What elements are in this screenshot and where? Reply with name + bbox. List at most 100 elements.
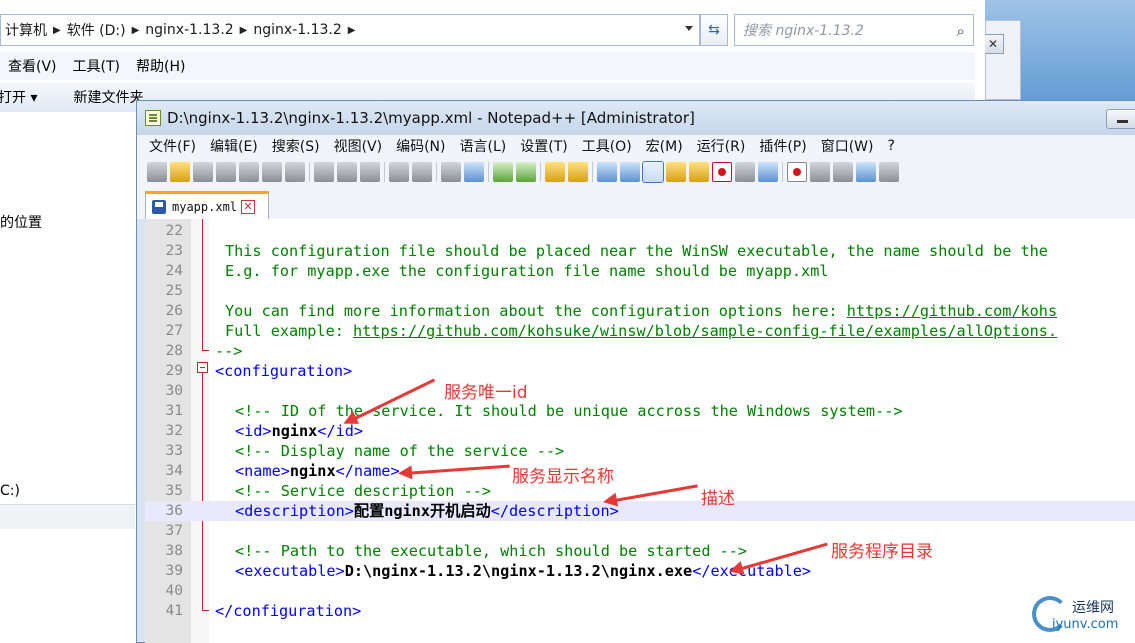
search-input[interactable]: 搜索 nginx-1.13.2 ⌕: [734, 14, 974, 46]
breadcrumb-drive[interactable]: 软件 (D:): [67, 20, 126, 40]
line-number: 34: [165, 463, 183, 479]
hyperlink[interactable]: https://github.com/kohsuke/winsw/blob/sa…: [353, 322, 1057, 340]
code-line[interactable]: 38 <!-- Path to the executable, which sho…: [145, 541, 1135, 561]
play-macro-icon[interactable]: [833, 162, 853, 182]
hyperlink[interactable]: https://github.com/kohs: [847, 302, 1057, 320]
find-icon[interactable]: [441, 162, 461, 182]
menu-edit[interactable]: 编辑(E): [203, 136, 265, 156]
code-line[interactable]: 39 <executable>D:\nginx-1.13.2\nginx-1.13…: [145, 561, 1135, 581]
code-line[interactable]: 24 E.g. for myapp.exe the configuration f…: [145, 261, 1135, 281]
menu-view[interactable]: 查看(V): [8, 56, 57, 76]
close-all-icon[interactable]: [262, 162, 282, 182]
save-all-icon[interactable]: [216, 162, 236, 182]
breadcrumb-separator-icon[interactable]: ▶: [240, 25, 248, 36]
open-file-icon[interactable]: [170, 162, 190, 182]
code-line[interactable]: 34 <name>nginx</name>: [145, 461, 1135, 481]
folder-as-workspace-icon[interactable]: [735, 162, 755, 182]
xml-value: 配置nginx开机启动: [353, 502, 491, 520]
document-map-icon[interactable]: [689, 162, 709, 182]
menu-settings[interactable]: 设置(T): [513, 136, 574, 156]
code-line[interactable]: 27 Full example: https://github.com/kohsu…: [145, 321, 1135, 341]
indent-guide-icon[interactable]: [642, 161, 664, 183]
refresh-button[interactable]: ⇆: [700, 14, 728, 46]
code-line[interactable]: 36 <description>配置nginx开机启动</description>: [145, 501, 1135, 521]
code-line[interactable]: 35 <!-- Service description -->: [145, 481, 1135, 501]
function-list-icon[interactable]: [712, 162, 732, 182]
breadcrumb-separator-icon[interactable]: ▶: [348, 25, 356, 36]
undo-icon[interactable]: [389, 162, 409, 182]
zoom-out-icon[interactable]: [516, 162, 536, 182]
zoom-in-icon[interactable]: [493, 162, 513, 182]
paste-icon[interactable]: [360, 162, 380, 182]
code-line[interactable]: 37: [145, 521, 1135, 541]
saved-file-icon: [152, 199, 166, 214]
nav-item[interactable]: 的位置: [0, 212, 42, 232]
new-folder-button[interactable]: 新建文件夹: [73, 87, 143, 107]
save-icon[interactable]: [193, 162, 213, 182]
menu-tools[interactable]: 工具(T): [73, 56, 120, 76]
record-macro-icon[interactable]: [787, 162, 807, 182]
menu-encoding[interactable]: 编码(N): [389, 136, 452, 156]
menu-view[interactable]: 视图(V): [327, 136, 390, 156]
watermark-logo: 运维网 iyunv.com: [1030, 592, 1135, 638]
menu-macro[interactable]: 宏(M): [639, 136, 690, 156]
minimize-button[interactable]: [1106, 109, 1135, 129]
line-number: 33: [165, 443, 183, 459]
print-icon[interactable]: [285, 162, 305, 182]
code-line[interactable]: 40: [145, 581, 1135, 601]
code-editor[interactable]: 22 23 This configuration file should be pl…: [145, 219, 1135, 643]
code-line[interactable]: 33 <!-- Display name of the service -->: [145, 441, 1135, 461]
code-line[interactable]: 31 <!-- ID of the service. It should be u…: [145, 401, 1135, 421]
breadcrumb-folder-current[interactable]: nginx-1.13.2: [253, 22, 341, 38]
menu-run[interactable]: 运行(R): [690, 136, 753, 156]
menu-tools[interactable]: 工具(O): [575, 136, 639, 156]
run-macro-multiple-icon[interactable]: [856, 162, 876, 182]
menu-help[interactable]: 帮助(H): [136, 56, 185, 76]
user-language-icon[interactable]: [666, 162, 686, 182]
breadcrumb-folder[interactable]: nginx-1.13.2: [145, 22, 233, 38]
open-button[interactable]: 打开 ▾: [0, 87, 37, 107]
breadcrumb-separator-icon[interactable]: ▶: [132, 25, 140, 36]
code-text: <!-- ID of the service. It should be uni…: [235, 401, 903, 421]
menu-search[interactable]: 搜索(S): [265, 136, 327, 156]
show-all-characters-icon[interactable]: [620, 162, 640, 182]
code-line[interactable]: 22: [145, 221, 1135, 241]
monitoring-icon[interactable]: [758, 162, 778, 182]
comment-text: -->: [215, 342, 243, 360]
word-wrap-icon[interactable]: [597, 162, 617, 182]
save-macro-icon[interactable]: [879, 162, 899, 182]
sync-horizontal-icon[interactable]: [568, 162, 588, 182]
replace-icon[interactable]: [464, 162, 484, 182]
code-line[interactable]: 32 <id>nginx</id>: [145, 421, 1135, 441]
redo-icon[interactable]: [412, 162, 432, 182]
menu-language[interactable]: 语言(L): [453, 136, 514, 156]
breadcrumb-separator-icon[interactable]: ▶: [53, 25, 61, 36]
menu-plugins[interactable]: 插件(P): [752, 136, 813, 156]
notepadpp-window: D:\nginx-1.13.2\nginx-1.13.2\myapp.xml -…: [136, 100, 1135, 643]
code-line[interactable]: 28 -->: [145, 341, 1135, 361]
copy-icon[interactable]: [337, 162, 357, 182]
menu-about[interactable]: ?: [881, 138, 902, 154]
menu-window[interactable]: 窗口(W): [814, 136, 881, 156]
code-line[interactable]: 30: [145, 381, 1135, 401]
menu-file[interactable]: 文件(F): [137, 136, 203, 156]
breadcrumb-computer[interactable]: 计算机: [5, 20, 47, 40]
code-line[interactable]: 25: [145, 281, 1135, 301]
close-file-icon[interactable]: [239, 162, 259, 182]
address-bar[interactable]: 计算机 ▶ 软件 (D:) ▶ nginx-1.13.2 ▶ nginx-1.1…: [0, 14, 700, 46]
search-icon[interactable]: ⌕: [957, 22, 965, 40]
close-tab-icon[interactable]: ✕: [241, 199, 256, 214]
new-file-icon[interactable]: [147, 162, 167, 182]
cut-icon[interactable]: [314, 162, 334, 182]
sync-vertical-icon[interactable]: [545, 162, 565, 182]
code-line[interactable]: 41 </configuration>: [145, 601, 1135, 621]
nav-item[interactable]: C:): [0, 483, 20, 499]
address-dropdown-icon[interactable]: [685, 26, 693, 31]
code-line[interactable]: 29 <configuration>: [145, 361, 1135, 381]
background-close-button[interactable]: ✕: [982, 34, 1004, 54]
code-line[interactable]: 23 This configuration file should be plac…: [145, 241, 1135, 261]
stop-macro-icon[interactable]: [810, 162, 830, 182]
code-line[interactable]: 26 You can find more information about th…: [145, 301, 1135, 321]
tab-myapp-xml[interactable]: myapp.xml ✕: [145, 191, 269, 219]
code-text: <name>nginx</name>: [235, 461, 400, 481]
